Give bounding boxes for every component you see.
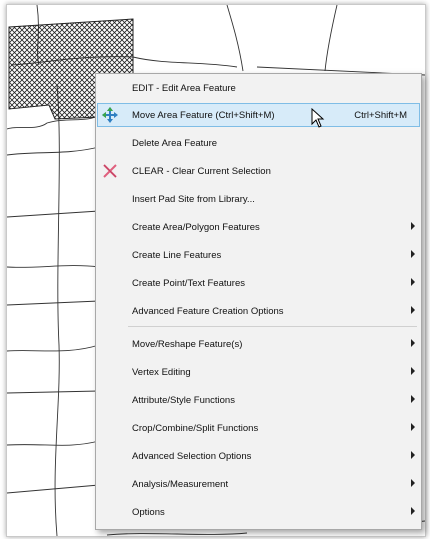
- menu-item-label: Attribute/Style Functions: [132, 394, 235, 406]
- menu-item-label: EDIT - Edit Area Feature: [132, 82, 236, 94]
- submenu-arrow-icon: [411, 451, 415, 459]
- submenu-arrow-icon: [411, 507, 415, 515]
- menu-item-vertex-editing[interactable]: Vertex Editing: [98, 361, 419, 383]
- submenu-arrow-icon: [411, 222, 415, 230]
- menu-item-move-reshape[interactable]: Move/Reshape Feature(s): [98, 333, 419, 355]
- menu-item-label: Options: [132, 506, 165, 518]
- submenu-arrow-icon: [411, 423, 415, 431]
- move-arrows-icon: [101, 106, 119, 124]
- submenu-arrow-icon: [411, 395, 415, 403]
- menu-item-delete-area-feature[interactable]: Delete Area Feature: [98, 132, 419, 154]
- menu-item-insert-pad-site[interactable]: Insert Pad Site from Library...: [98, 188, 419, 210]
- menu-item-label: Crop/Combine/Split Functions: [132, 422, 259, 434]
- menu-item-label: Create Area/Polygon Features: [132, 221, 260, 233]
- menu-item-label: Insert Pad Site from Library...: [132, 193, 255, 205]
- menu-item-label: Create Line Features: [132, 249, 222, 261]
- menu-item-create-point-text[interactable]: Create Point/Text Features: [98, 272, 419, 294]
- menu-item-label: Vertex Editing: [132, 366, 191, 378]
- context-menu: EDIT - Edit Area Feature Move Area Featu…: [95, 73, 422, 530]
- menu-item-label: Advanced Selection Options: [132, 450, 252, 462]
- menu-item-advanced-selection[interactable]: Advanced Selection Options: [98, 445, 419, 467]
- menu-item-clear-selection[interactable]: CLEAR - Clear Current Selection: [98, 160, 419, 182]
- menu-item-label: Advanced Feature Creation Options: [132, 305, 284, 317]
- menu-item-label: Move/Reshape Feature(s): [132, 338, 243, 350]
- submenu-arrow-icon: [411, 306, 415, 314]
- menu-item-create-line[interactable]: Create Line Features: [98, 244, 419, 266]
- submenu-arrow-icon: [411, 367, 415, 375]
- menu-item-options[interactable]: Options: [98, 501, 419, 523]
- menu-item-label: CLEAR - Clear Current Selection: [132, 165, 271, 177]
- submenu-arrow-icon: [411, 339, 415, 347]
- menu-item-attribute-style[interactable]: Attribute/Style Functions: [98, 389, 419, 411]
- menu-item-shortcut: Ctrl+Shift+M: [354, 109, 407, 121]
- menu-item-label: Move Area Feature (Ctrl+Shift+M): [132, 109, 275, 121]
- menu-item-move-area-feature[interactable]: Move Area Feature (Ctrl+Shift+M) Ctrl+Sh…: [97, 103, 420, 127]
- menu-separator: [128, 326, 417, 327]
- mouse-pointer-icon: [311, 107, 325, 133]
- clear-x-icon: [101, 162, 119, 180]
- submenu-arrow-icon: [411, 278, 415, 286]
- menu-item-create-area-polygon[interactable]: Create Area/Polygon Features: [98, 216, 419, 238]
- menu-item-label: Analysis/Measurement: [132, 478, 229, 490]
- menu-item-analysis-measurement[interactable]: Analysis/Measurement: [98, 473, 419, 495]
- submenu-arrow-icon: [411, 250, 415, 258]
- menu-item-advanced-creation[interactable]: Advanced Feature Creation Options: [98, 300, 419, 322]
- menu-item-label: Create Point/Text Features: [132, 277, 245, 289]
- submenu-arrow-icon: [411, 479, 415, 487]
- menu-item-edit-area-feature[interactable]: EDIT - Edit Area Feature: [98, 77, 419, 99]
- menu-item-label: Delete Area Feature: [132, 137, 218, 149]
- menu-item-crop-combine-split[interactable]: Crop/Combine/Split Functions: [98, 417, 419, 439]
